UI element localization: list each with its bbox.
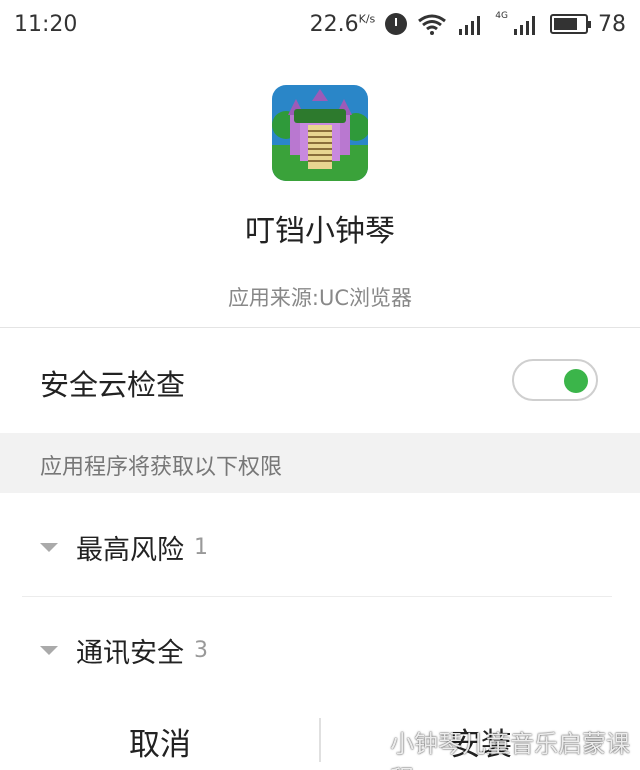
button-separator: [319, 718, 321, 762]
permission-count: 1: [194, 535, 208, 560]
permissions-header-text: 应用程序将获取以下权限: [40, 455, 283, 480]
divider: [22, 596, 612, 597]
status-time: 11:20: [14, 11, 78, 37]
permissions-header: 应用程序将获取以下权限: [0, 433, 640, 493]
security-check-label: 安全云检查: [40, 368, 186, 402]
network-speed: 22.6K/s: [310, 12, 376, 37]
wifi-icon: [418, 14, 447, 35]
permission-count: 3: [194, 638, 208, 663]
toggle-knob: [564, 369, 588, 393]
piano-game-castle-icon: [272, 85, 368, 181]
permission-label: 最高风险: [76, 535, 184, 566]
battery-level: 78: [598, 11, 626, 37]
install-button[interactable]: 安装: [322, 712, 640, 770]
permission-label: 通讯安全: [76, 638, 184, 669]
battery-icon: [550, 14, 591, 34]
alarm-icon: [385, 13, 408, 35]
network-speed-unit: K/s: [358, 12, 376, 26]
network-speed-value: 22.6: [309, 11, 359, 37]
cancel-button[interactable]: 取消: [0, 712, 320, 770]
signal-icon: [459, 16, 481, 35]
permission-item-communication[interactable]: 通讯安全 3: [40, 631, 208, 670]
expand-arrow-icon: [40, 646, 58, 655]
expand-arrow-icon: [40, 543, 58, 552]
divider: [0, 327, 640, 328]
network-type: 4G: [495, 11, 508, 21]
security-check-toggle[interactable]: [512, 359, 598, 401]
permission-item-highest-risk[interactable]: 最高风险 1: [40, 528, 208, 567]
app-name: 叮铛小钟琴: [245, 214, 395, 249]
signal-4g-icon: [514, 16, 535, 35]
status-icons: 22.6K/s 4G 78: [310, 11, 626, 37]
app-icon: [272, 85, 368, 181]
app-source: 应用来源:UC浏览器: [227, 286, 413, 310]
status-bar: 11:20 22.6K/s 4G 78: [0, 0, 640, 48]
